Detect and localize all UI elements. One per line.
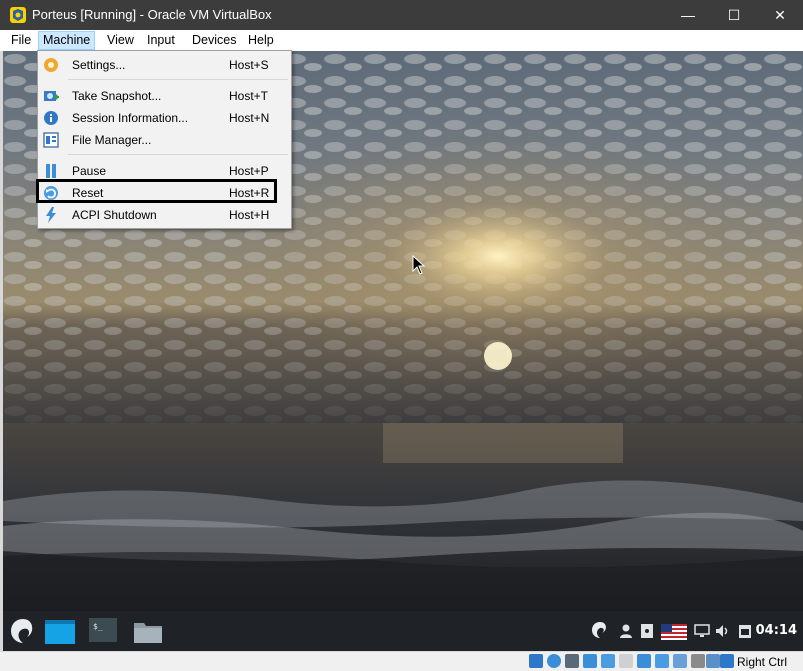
display-icon[interactable] [694,624,710,638]
cpu-icon[interactable] [673,654,687,668]
reset-icon [44,186,58,200]
mouse-pointer-icon [412,255,426,275]
window-title: Porteus [Running] - Oracle VM VirtualBox [32,7,272,22]
info-icon [44,111,58,125]
menu-bar: File Machine View Input Devices Help [0,30,803,52]
menu-separator [68,79,288,80]
menu-help[interactable]: Help [244,32,278,49]
guest-taskbar: $_ 04:14 [3,611,803,651]
us-flag-icon[interactable] [661,624,687,640]
close-button[interactable]: ✕ [757,0,803,30]
menu-item-pause[interactable]: Pause Host+P [38,160,291,182]
menu-input[interactable]: Input [143,32,179,49]
terminal-icon[interactable]: $_ [88,617,118,643]
shared-folders-icon[interactable] [619,654,633,668]
menu-machine[interactable]: Machine [38,31,96,50]
virtualbox-app-icon [10,7,26,23]
svg-text:$_: $_ [93,622,103,631]
network-icon[interactable] [583,654,597,668]
pause-icon [46,164,56,178]
hard-disk-icon[interactable] [529,654,543,668]
minimize-icon: — [681,7,695,23]
snapshot-icon [44,91,59,101]
menu-item-session-information[interactable]: Session Information... Host+N [38,107,291,129]
volume-icon[interactable] [714,623,732,639]
audio-icon[interactable] [565,654,579,668]
menu-item-file-manager[interactable]: File Manager... [38,129,291,151]
machine-menu: Settings... Host+S Take Snapshot... Host… [37,50,292,229]
clock[interactable]: 04:14 [756,623,797,638]
menu-view[interactable]: View [103,32,138,49]
folder-icon[interactable] [133,618,163,644]
host-status-bar: Right Ctrl [0,651,803,671]
maximize-icon: ☐ [727,6,741,23]
mouse-integration-icon[interactable] [691,654,705,668]
video-capture-icon[interactable] [655,654,669,668]
menu-item-take-snapshot[interactable]: Take Snapshot... Host+T [38,85,291,107]
usb-icon[interactable] [601,654,615,668]
acpi-shutdown-icon [46,207,56,223]
keyboard-icon[interactable] [706,654,720,668]
maximize-button[interactable]: ☐ [711,0,757,30]
menu-devices[interactable]: Devices [188,32,240,49]
optical-drive-icon[interactable] [547,654,561,668]
menu-separator [68,154,288,155]
porteus-menu-icon[interactable] [7,615,39,647]
host-key-icon[interactable] [720,654,734,668]
display-status-icon[interactable] [637,654,651,668]
menu-item-settings[interactable]: Settings... Host+S [38,54,291,76]
close-icon: ✕ [774,6,786,23]
window-icon[interactable] [44,617,76,645]
title-bar[interactable]: Porteus [Running] - Oracle VM VirtualBox… [0,0,803,30]
menu-item-reset[interactable]: Reset Host+R [38,182,291,204]
menu-file[interactable]: File [7,32,35,49]
storage-icon[interactable] [640,623,654,639]
user-icon[interactable] [619,623,633,639]
porteus-tray-icon[interactable] [589,619,611,641]
file-manager-icon [43,132,59,148]
minimize-button[interactable]: — [665,0,711,30]
settings-icon [44,58,58,72]
menu-item-acpi-shutdown[interactable]: ACPI Shutdown Host+H [38,204,291,226]
clipboard-icon[interactable] [737,623,753,639]
host-key-label: Right Ctrl [737,655,788,669]
